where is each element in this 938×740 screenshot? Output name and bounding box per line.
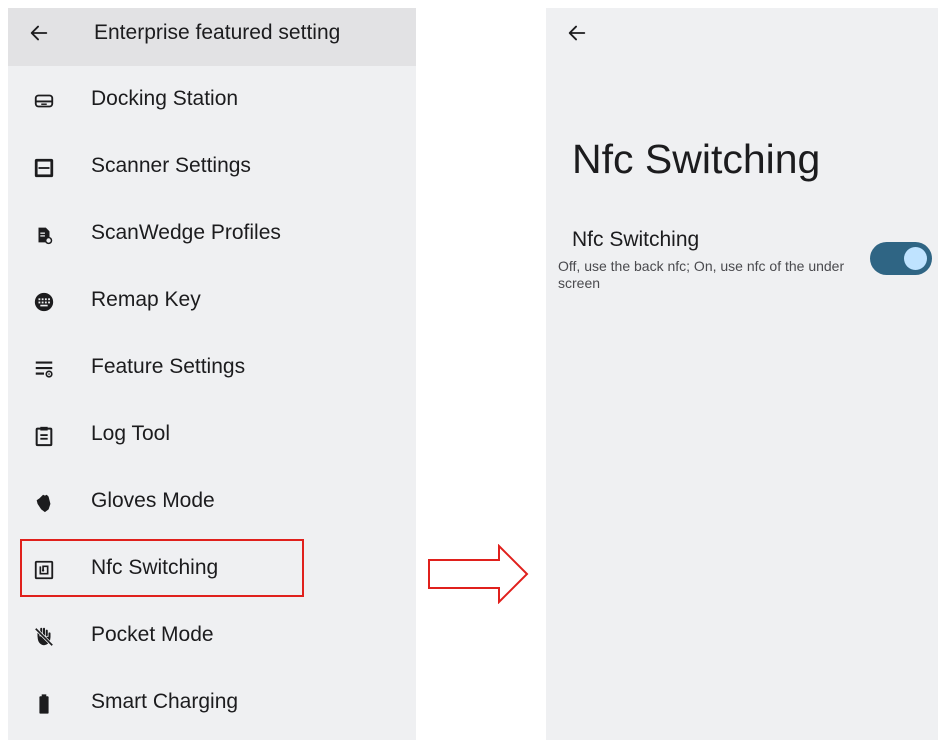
top-app-bar: Enterprise featured setting: [8, 8, 416, 66]
page-heading: Nfc Switching: [572, 136, 821, 182]
scanwedge-profile-icon: [33, 224, 55, 246]
menu-item-label: Smart Charging: [91, 690, 239, 713]
right-arrow-outline-icon: [427, 543, 529, 605]
menu-item-label: Docking Station: [91, 87, 239, 110]
menu-item-label: Feature Settings: [91, 355, 246, 378]
battery-icon: [33, 693, 55, 715]
menu-item-smart-charging[interactable]: Smart Charging: [8, 675, 416, 731]
menu-item-label: Gloves Mode: [91, 489, 215, 512]
hand-off-icon: [33, 626, 55, 648]
menu-item-label: Log Tool: [91, 422, 171, 445]
nfc-switching-screen: Nfc Switching Nfc Switching Off, use the…: [546, 8, 938, 740]
menu-item-label: Pocket Mode: [91, 623, 214, 646]
setting-title: Nfc Switching: [572, 228, 700, 251]
menu-item-pocket-mode[interactable]: Pocket Mode: [8, 608, 416, 664]
menu-item-label: ScanWedge Profiles: [91, 221, 281, 244]
toggle-knob: [904, 247, 927, 270]
keyboard-icon: [33, 291, 55, 313]
menu-item-nfc-switching[interactable]: Nfc Switching: [8, 541, 416, 597]
setting-summary: Off, use the back nfc; On, use nfc of th…: [558, 258, 845, 291]
nfc-switching-setting-row[interactable]: Nfc Switching Off, use the back nfc; On,…: [546, 224, 938, 304]
menu-item-log-tool[interactable]: Log Tool: [8, 407, 416, 463]
glove-icon: [33, 492, 55, 514]
menu-item-docking-station[interactable]: Docking Station: [8, 72, 416, 128]
clipboard-icon: [33, 425, 55, 447]
nfc-switching-toggle[interactable]: [870, 242, 932, 275]
menu-item-scanwedge-profiles[interactable]: ScanWedge Profiles: [8, 206, 416, 262]
page-title: Enterprise featured setting: [94, 21, 341, 44]
nfc-icon: [33, 559, 55, 581]
feature-settings-icon: [33, 358, 55, 380]
menu-item-label: Scanner Settings: [91, 154, 251, 177]
menu-item-remap-key[interactable]: Remap Key: [8, 273, 416, 329]
menu-item-scanner-settings[interactable]: Scanner Settings: [8, 139, 416, 195]
menu-item-label: Remap Key: [91, 288, 201, 311]
menu-item-label: Nfc Switching: [91, 556, 219, 579]
arrow-left-icon[interactable]: [28, 22, 50, 44]
docking-station-icon: [33, 90, 55, 112]
enterprise-settings-screen: Enterprise featured setting Docking Stat…: [8, 8, 416, 740]
arrow-left-icon[interactable]: [566, 22, 588, 44]
scanner-icon: [33, 157, 55, 179]
menu-item-feature-settings[interactable]: Feature Settings: [8, 340, 416, 396]
menu-item-gloves-mode[interactable]: Gloves Mode: [8, 474, 416, 530]
